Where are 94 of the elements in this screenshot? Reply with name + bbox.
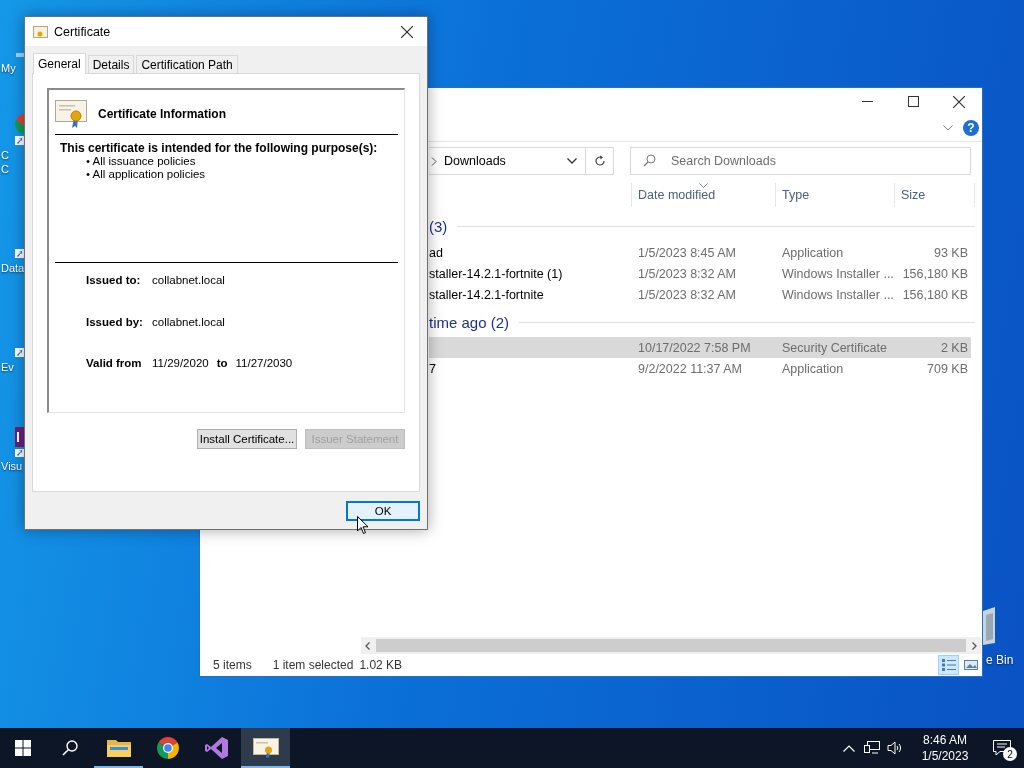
clock-date: 1/5/2023 (921, 748, 969, 764)
tab[interactable]: Certification Path (136, 55, 238, 73)
speaker-icon (886, 741, 903, 755)
clock-time: 8:46 AM (923, 732, 967, 748)
selection-count: 1 item selected (272, 658, 354, 672)
size-cell-text: 156,180 KB (901, 287, 969, 302)
type-cell-text: Windows Installer ... (781, 266, 895, 281)
file-name: ad (429, 245, 443, 260)
field-label: to (216, 357, 228, 369)
notification-count: 2 (1003, 747, 1017, 761)
search-field[interactable]: Search Downloads (630, 147, 971, 175)
certificate-icon (252, 738, 279, 758)
file-row[interactable]: staller-14.2.1-fortnite 1/5/2023 8:32 AM Windows Installer ... 156,180 KB (429, 284, 971, 305)
selection-size: 1.02 KB (359, 658, 403, 672)
date-cell-text: 1/5/2023 8:32 AM (637, 287, 737, 302)
type-cell-text: Application (781, 245, 845, 260)
group-header[interactable]: (3) (429, 217, 448, 235)
certificate-button[interactable] (241, 728, 290, 768)
scrollbar-thumb[interactable] (376, 639, 966, 652)
visual-studio-icon[interactable] (14, 425, 24, 459)
browser-shortcut-icon[interactable] (14, 114, 24, 148)
visual-studio-icon (204, 736, 229, 760)
mouse-pointer-icon (357, 516, 369, 535)
folder-icon (106, 738, 131, 758)
help-button[interactable]: ? (963, 120, 979, 136)
file-row[interactable]: ad 1/5/2023 8:45 AM Application 93 KB (429, 242, 971, 263)
column-header[interactable]: Type (776, 183, 895, 207)
date-cell-text: 9/2/2022 11:37 AM (637, 361, 744, 376)
image-icon (962, 658, 979, 672)
date-cell-text: 1/5/2023 8:45 AM (637, 245, 737, 260)
type-cell-text: Security Certificate (781, 340, 888, 355)
item-count: 5 items (213, 658, 252, 672)
sort-caret-icon (699, 183, 708, 188)
close-icon (401, 25, 413, 38)
field-label: Issued by: (86, 316, 144, 328)
purpose-heading: This certificate is intended for the following purpose(s): (59, 141, 379, 155)
breadcrumb[interactable]: Downloads (444, 154, 506, 168)
search-icon (643, 154, 656, 167)
close-icon (953, 95, 965, 108)
minimize-icon (861, 101, 873, 102)
search-icon (62, 740, 78, 756)
scroll-left-icon[interactable] (364, 641, 372, 650)
details-list-icon (940, 658, 957, 672)
valid-to-date: 11/27/2030 (235, 357, 293, 369)
purpose-item: • All application policies (86, 168, 207, 181)
date-cell-text: 1/5/2023 8:32 AM (637, 266, 737, 281)
recycle-bin-icon[interactable] (983, 607, 995, 647)
desktop-icon-label[interactable]: e Bin (986, 653, 1014, 667)
dialog-button[interactable]: Install Certificate... (197, 429, 297, 449)
chevron-down-icon[interactable] (943, 125, 953, 131)
column-header[interactable]: Date modified (632, 183, 776, 207)
file-name: staller-14.2.1-fortnite (429, 287, 544, 302)
tab[interactable]: General (33, 53, 86, 74)
maximize-icon (907, 96, 919, 107)
file-name: 7 (429, 361, 436, 376)
ok-button[interactable]: OK (346, 501, 420, 521)
message-icon (993, 740, 1011, 756)
notification-button[interactable]: 2 (980, 728, 1024, 768)
size-cell-text: 156,180 KB (901, 266, 969, 281)
type-cell-text: Application (781, 361, 845, 376)
browser-icon (155, 736, 180, 760)
field-label: Valid from (86, 357, 143, 369)
tab[interactable]: Details (87, 55, 135, 73)
clock[interactable]: 8:46 AM 1/5/2023 (914, 728, 976, 768)
field-label: Issued to: (86, 274, 142, 286)
address-bar[interactable]: Downloads (429, 147, 614, 175)
certificate-icon (55, 99, 88, 129)
valid-from-date: 11/29/2020 (152, 357, 209, 369)
type-cell-text: Windows Installer ... (781, 287, 895, 302)
network-icon (863, 741, 880, 755)
date-cell-text: 10/17/2022 7:58 PM (637, 340, 752, 355)
purpose-item: • All issuance policies (86, 155, 197, 168)
size-cell-text: 93 KB (932, 245, 969, 260)
file-row[interactable]: staller-14.2.1-fortnite (1) 1/5/2023 8:32 AM Windows Installer ... 156,180 KB (429, 263, 971, 284)
field-value: collabnet.local (152, 274, 225, 286)
horizontal-scrollbar[interactable] (361, 637, 981, 654)
size-cell-text: 709 KB (926, 361, 969, 376)
windows-logo-icon (15, 740, 31, 756)
chevron-up-icon (842, 744, 855, 752)
column-header[interactable]: Size (895, 183, 975, 207)
file-name: staller-14.2.1-fortnite (1) (429, 266, 563, 281)
group-header[interactable]: time ago (2) (429, 313, 510, 331)
refresh-icon (593, 155, 606, 167)
file-row[interactable]: 10/17/2022 7:58 PM Security Certificate 2 KB (429, 337, 971, 358)
scroll-right-icon[interactable] (970, 641, 978, 650)
certificate-icon (33, 24, 48, 39)
info-title: Certificate Information (98, 107, 226, 121)
size-cell-text: 2 KB (939, 340, 969, 355)
dropdown-icon[interactable] (567, 158, 577, 164)
file-row[interactable]: 7 9/2/2022 11:37 AM Application 709 KB (429, 358, 971, 379)
chevron-right-icon (431, 156, 437, 166)
field-value: collabnet.local (152, 316, 225, 328)
details-view-button[interactable] (938, 655, 959, 675)
window-title: Certificate (54, 24, 111, 39)
